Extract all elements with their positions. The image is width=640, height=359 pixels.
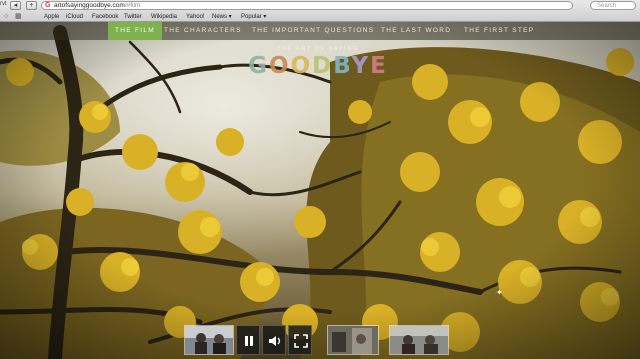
logo-letter: D	[312, 53, 334, 79]
logo-letter: E	[370, 53, 388, 79]
add-tab-button[interactable]: +	[26, 1, 37, 10]
logo-letter: O	[269, 53, 291, 79]
web-page: THE FILM THE CHARACTERS THE IMPORTANT QU…	[0, 22, 640, 359]
browser-chrome: rvt ◂ + G artofsayinggoodbye.com/#film S…	[0, 0, 640, 22]
fullscreen-icon	[294, 334, 308, 348]
logo-letter: G	[248, 53, 269, 79]
video-thumbnail[interactable]	[184, 325, 234, 355]
site-navigation: THE FILM THE CHARACTERS THE IMPORTANT QU…	[0, 22, 640, 40]
back-arrow-icon: ◂	[13, 2, 18, 9]
logo-title: GOODBYE	[243, 53, 393, 79]
video-player-controls	[184, 322, 450, 359]
nav-the-important-questions[interactable]: THE IMPORTANT QUESTIONS	[252, 22, 374, 40]
video-thumbnail[interactable]	[327, 325, 379, 355]
search-field[interactable]: Search	[590, 1, 636, 10]
nav-the-characters[interactable]: THE CHARACTERS	[164, 22, 242, 40]
fullscreen-button[interactable]	[288, 325, 312, 355]
mouse-cursor-icon: ✦	[496, 288, 503, 297]
site-logo[interactable]: THE ART OF SAYING GOODBYE	[243, 46, 393, 86]
pause-icon	[245, 336, 253, 346]
video-thumbnail[interactable]	[389, 325, 449, 355]
volume-icon	[269, 336, 281, 346]
bookmark-item[interactable]: Wikipedia	[151, 13, 177, 21]
bookmark-item[interactable]: Popular ▾	[241, 13, 266, 21]
logo-tagline: THE ART OF SAYING	[277, 46, 359, 52]
window-label: rvt	[0, 1, 7, 7]
bookmark-item[interactable]: iCloud	[66, 13, 83, 21]
volume-button[interactable]	[262, 325, 286, 355]
url-path: /#film	[124, 2, 141, 9]
nav-the-last-word[interactable]: THE LAST WORD	[381, 22, 451, 40]
address-bar[interactable]: G artofsayinggoodbye.com/#film	[41, 1, 573, 10]
nav-the-first-step[interactable]: THE FIRST STEP	[464, 22, 534, 40]
bookmark-item[interactable]: News ▾	[212, 13, 232, 21]
logo-letter: O	[290, 53, 313, 79]
logo-letter: Y	[351, 53, 371, 79]
bookmarks-bar: ○ ▦ Apple iCloud Facebook Twitter Wikipe…	[0, 11, 640, 22]
plus-icon: +	[29, 2, 34, 9]
bookmark-item[interactable]: Twitter	[124, 13, 142, 21]
search-placeholder: Search	[597, 3, 617, 9]
bookmark-item[interactable]: Apple	[44, 13, 59, 21]
bookmarks-grid-icon[interactable]: ▦	[15, 13, 22, 20]
browser-toolbar: rvt ◂ + G artofsayinggoodbye.com/#film S…	[0, 0, 640, 11]
back-button[interactable]: ◂	[10, 1, 21, 10]
reading-list-icon[interactable]: ○	[4, 13, 8, 20]
logo-letter: B	[333, 53, 352, 79]
pause-button[interactable]	[236, 325, 260, 355]
google-favicon-icon: G	[45, 2, 51, 9]
nav-the-film[interactable]: THE FILM	[108, 22, 163, 40]
url-domain: artofsayinggoodbye.com	[54, 2, 125, 9]
bookmark-item[interactable]: Yahoo!	[186, 13, 205, 21]
bookmark-item[interactable]: Facebook	[92, 13, 118, 21]
